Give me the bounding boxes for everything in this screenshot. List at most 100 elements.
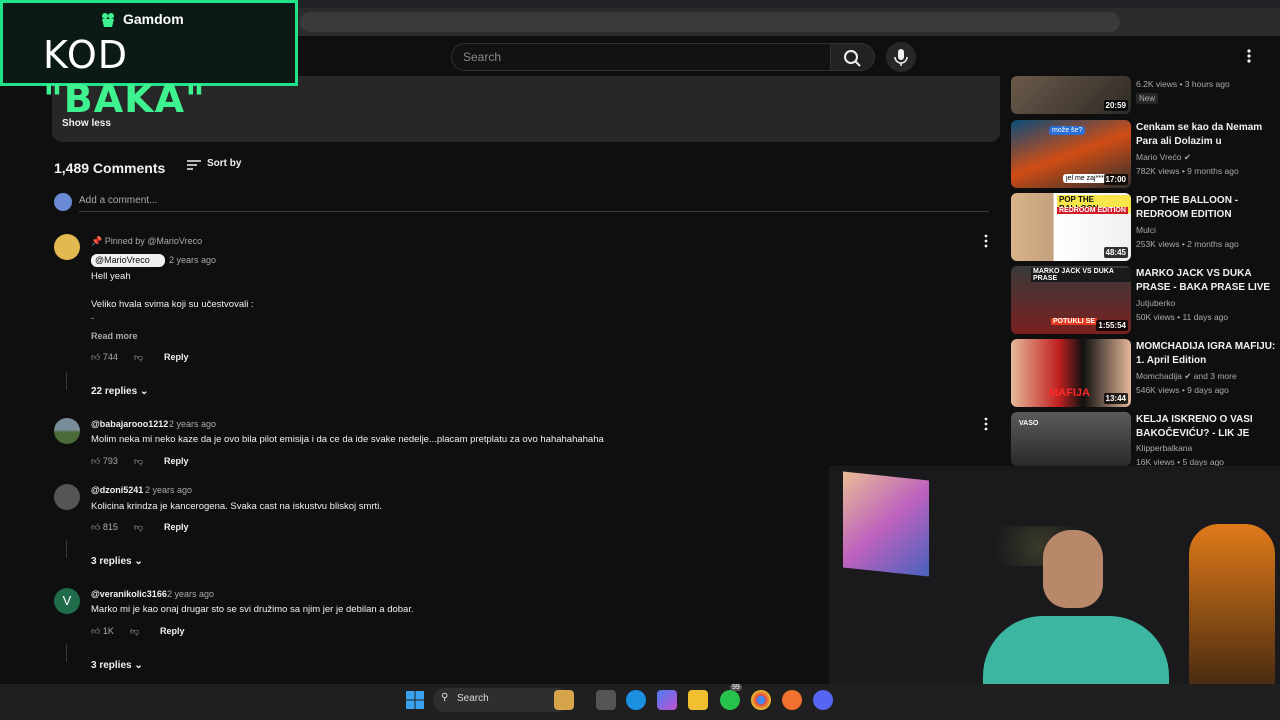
video-title[interactable]: Cenkam se kao da Nemam Para ali Dolazim … [1136, 121, 1280, 149]
microphone-icon [894, 49, 908, 66]
search-input[interactable]: Search [451, 43, 831, 71]
author-chip[interactable]: @MarioVreco [91, 254, 165, 267]
like-button[interactable]: 👍︎ 793 [91, 456, 118, 467]
chrome-icon[interactable] [751, 690, 771, 710]
video-title[interactable]: KELJA ISKRENO O VASI BAKOČEVIĆU? - LIK J… [1136, 413, 1280, 441]
windows-start-icon[interactable] [405, 690, 425, 710]
video-thumbnail[interactable]: može še? jel me zaj*** 17:00 [1011, 120, 1131, 188]
channel-name[interactable]: Momchadija ✔ and 3 more [1136, 371, 1237, 382]
comment-menu-icon[interactable] [984, 234, 988, 248]
chevron-down-icon: ⌄ [134, 556, 143, 567]
comment-author[interactable]: @dzoni5241 [91, 485, 143, 495]
view-replies-button[interactable]: 3 replies ⌄ [91, 556, 143, 567]
firefox-icon[interactable] [782, 690, 802, 710]
video-meta: 782K views • 9 months ago [1136, 166, 1239, 176]
promo-overlay: Gamdom KOD "BAKA" [0, 0, 298, 121]
thumbnail-caption: VASO [1019, 420, 1039, 427]
thumbs-down-icon: 👎︎ [134, 456, 144, 466]
comments-count: 1,489 Comments [54, 160, 166, 176]
dislike-button[interactable]: 👎︎ [134, 456, 143, 467]
add-comment-input[interactable]: Add a comment... [79, 195, 157, 206]
search-icon [844, 50, 861, 67]
thumbnail-caption: može še? [1049, 126, 1086, 135]
view-replies-button[interactable]: 3 replies ⌄ [91, 660, 143, 671]
comment-author[interactable]: @babajarooo1212 [91, 419, 168, 429]
chevron-down-icon: ⌄ [134, 660, 143, 671]
avatar[interactable] [54, 418, 80, 444]
avatar[interactable] [54, 484, 80, 510]
verified-icon: ✔ [1184, 371, 1192, 381]
sort-icon[interactable] [186, 158, 202, 172]
comment-text: Kolicina krindza je kancerogena. Svaka c… [91, 501, 382, 512]
video-duration: 1:55:54 [1096, 320, 1128, 331]
video-thumbnail[interactable]: VASO [1011, 412, 1131, 466]
comment-time[interactable]: 2 years ago [169, 419, 216, 429]
view-replies-button[interactable]: 22 replies ⌄ [91, 386, 148, 397]
video-thumbnail[interactable]: MAFIJA 13:44 [1011, 339, 1131, 407]
video-duration: 48:45 [1103, 247, 1128, 258]
sort-by-button[interactable]: Sort by [207, 158, 241, 169]
tv-screen [843, 471, 929, 577]
dislike-button[interactable]: 👎︎ [130, 626, 139, 637]
video-thumbnail[interactable]: MARKO JACK VS DUKA PRASE POTUKLI SE 1:55… [1011, 266, 1131, 334]
brand-name: Gamdom [123, 11, 184, 27]
read-more-button[interactable]: Read more [91, 331, 138, 341]
comment-time[interactable]: 2 years ago [169, 255, 216, 265]
video-title[interactable]: MOMCHADIJA IGRA MAFIJU: 1. April Edition [1136, 340, 1280, 368]
channel-name[interactable]: Klipperbalkana [1136, 443, 1192, 453]
copilot-icon[interactable] [657, 690, 677, 710]
video-title[interactable]: POP THE BALLOON - REDROOM EDITION [1136, 194, 1280, 222]
thumbnail-caption: jel me zaj*** [1063, 174, 1107, 183]
reply-button[interactable]: Reply [160, 626, 185, 636]
reply-button[interactable]: Reply [164, 456, 189, 466]
address-bar[interactable] [300, 12, 1120, 32]
channel-name[interactable]: Jutjuberko [1136, 298, 1175, 308]
taskbar-search[interactable]: ⚲ Search [433, 688, 569, 712]
dislike-button[interactable]: 👎︎ [134, 522, 143, 533]
more-options-icon[interactable] [1244, 46, 1254, 66]
comment-time[interactable]: 2 years ago [145, 485, 192, 495]
channel-name[interactable]: Mario Vrećo ✔ [1136, 152, 1191, 163]
search-icon: ⚲ [441, 692, 449, 703]
like-button[interactable]: 👍︎ 1K [91, 626, 114, 637]
app-icon[interactable] [554, 690, 574, 710]
verified-icon: ✔ [1183, 152, 1192, 162]
dislike-button[interactable]: 👎︎ [134, 352, 143, 363]
comment-text: Molim neka mi neko kaze da je ovo bila p… [91, 434, 604, 445]
file-explorer-icon[interactable] [688, 690, 708, 710]
comment-author[interactable]: @veranikolic3166 [91, 589, 167, 599]
like-button[interactable]: 👍︎ 744 [91, 352, 118, 363]
video-title[interactable]: MARKO JACK VS DUKA PRASE - BAKA PRASE LI… [1136, 267, 1280, 295]
comment-text: Marko mi je kao onaj drugar sto se svi d… [91, 604, 414, 615]
reply-button[interactable]: Reply [164, 522, 189, 532]
task-view-icon[interactable] [596, 690, 616, 710]
thumbnail-caption: REDROOM EDITION [1057, 207, 1128, 214]
discord-icon[interactable] [813, 690, 833, 710]
whatsapp-icon[interactable]: 99 [720, 684, 742, 710]
video-thumbnail[interactable]: 20:59 [1011, 76, 1131, 114]
channel-name[interactable]: Mulci [1136, 225, 1156, 235]
video-duration: 13:44 [1103, 393, 1128, 404]
avatar[interactable] [54, 234, 80, 260]
thumbs-up-icon: 👍︎ [91, 456, 101, 466]
streamer-head [1043, 530, 1103, 608]
video-meta: 50K views • 11 days ago [1136, 312, 1229, 322]
video-duration: 20:59 [1103, 100, 1128, 111]
edge-icon[interactable] [626, 690, 646, 710]
voice-search-button[interactable] [886, 42, 916, 72]
thread-line [66, 540, 67, 558]
thread-line [66, 372, 67, 390]
like-button[interactable]: 👍︎ 815 [91, 522, 118, 533]
video-thumbnail[interactable]: POP THE BALLOON REDROOM EDITION 48:45 [1011, 193, 1131, 261]
thumbs-up-icon: 👍︎ [91, 352, 101, 362]
thumbs-down-icon: 👎︎ [134, 522, 144, 532]
comment-text-line: Hell yeah [91, 271, 131, 282]
avatar[interactable]: V [54, 588, 80, 614]
thumbs-down-icon: 👎︎ [134, 352, 144, 362]
comment-menu-icon[interactable] [984, 417, 988, 431]
reply-button[interactable]: Reply [164, 352, 189, 362]
thread-line [66, 644, 67, 662]
webcam-overlay [829, 466, 1280, 720]
comment-time[interactable]: 2 years ago [167, 589, 214, 599]
search-button[interactable] [831, 43, 875, 71]
